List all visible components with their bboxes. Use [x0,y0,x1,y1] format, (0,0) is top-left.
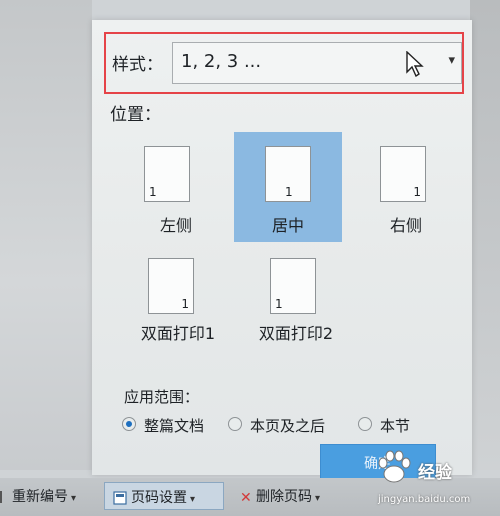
watermark-url: jingyan.baidu.com [378,494,471,505]
chevron-down-icon: ▾ [190,494,196,505]
cursor-icon [406,51,424,77]
background-left [0,0,92,470]
page-thumbnail: 1 [380,146,426,202]
style-select-value: 1, 2, 3 ... [181,51,262,72]
radio-this-section-label: 本节 [380,417,411,435]
baidu-paw-icon [378,450,411,483]
style-label: 样式： [112,55,163,75]
style-row-highlight: 样式： 1, 2, 3 ... ▾ [104,32,464,94]
position-grid: 1 左侧 1 居中 1 右侧 1 双面打印1 1 双面打印2 [122,132,462,372]
position-center-label: 居中 [271,216,304,235]
page-number-glyph: 1 [275,297,283,311]
page-settings-label: 页码设置 [131,490,187,506]
page-thumbnail: 1 [270,258,316,314]
delete-page-number-button[interactable]: ✕ 删除页码 ▾ [240,486,320,506]
position-duplex-2-label: 双面打印2 [258,324,334,343]
position-right[interactable]: 1 右侧 [352,132,460,242]
style-select[interactable]: 1, 2, 3 ... ▾ [172,42,462,84]
page-thumbnail: 1 [148,258,194,314]
renumber-icon [0,491,8,503]
baidu-jingyan-watermark: 经验 jingyan.baidu.com [372,448,500,514]
renumber-label: 重新编号 [12,489,68,505]
position-center[interactable]: 1 居中 [234,132,342,242]
dropdown-arrow-icon[interactable]: ▾ [448,53,455,68]
radio-this-page-onward[interactable] [228,417,242,431]
page-settings-icon [113,491,127,505]
page-thumbnail: 1 [144,146,190,202]
page-settings-button[interactable]: 页码设置 ▾ [104,482,224,510]
apply-range-options: 整篇文档 本页及之后 本节 [122,415,462,439]
radio-whole-document[interactable] [122,417,136,431]
page-settings-content: 页码设置 ▾ [113,487,195,507]
chevron-down-icon: ▾ [71,493,77,504]
position-duplex-1-label: 双面打印1 [140,324,216,343]
position-left-label: 左侧 [159,216,192,235]
page-number-glyph: 1 [181,297,189,311]
position-right-label: 右侧 [389,216,422,235]
delete-icon: ✕ [240,490,252,506]
position-left[interactable]: 1 左侧 [122,132,230,242]
page-number-glyph: 1 [149,185,157,199]
page-thumbnail: 1 [265,146,311,202]
chevron-down-icon: ▾ [315,493,321,504]
radio-this-section[interactable] [358,417,372,431]
background-right [470,0,500,470]
position-duplex-1[interactable]: 1 双面打印1 [122,254,234,364]
radio-whole-document-label: 整篇文档 [144,417,205,435]
page-number-glyph: 1 [413,185,421,199]
apply-range-label: 应用范围： [124,388,200,406]
watermark-brand: 经验 [418,463,452,483]
renumber-button[interactable]: 重新编号 ▾ [0,486,76,506]
radio-this-page-onward-label: 本页及之后 [250,417,326,435]
page-number-glyph: 1 [285,185,293,199]
position-label: 位置： [110,105,161,125]
delete-page-number-label: 删除页码 [256,489,312,505]
position-duplex-2[interactable]: 1 双面打印2 [240,254,352,364]
page-number-dialog: 样式： 1, 2, 3 ... ▾ 位置： 1 左侧 1 居中 1 右侧 1 双… [92,20,472,482]
